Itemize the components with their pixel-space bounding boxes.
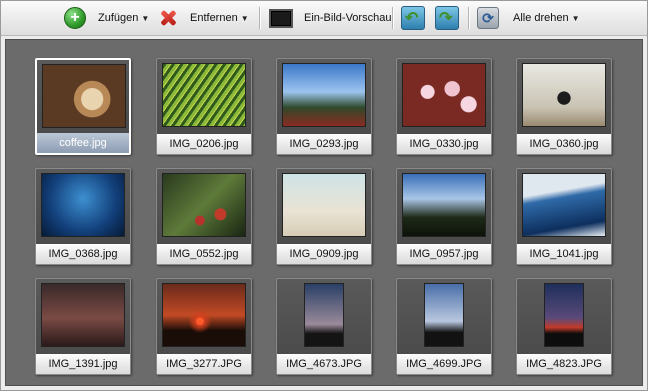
rotate-all-icon: ⟳: [477, 7, 499, 29]
toolbar-divider: [259, 7, 261, 29]
photo-palm-leaf: [162, 63, 246, 127]
thumbnail-item[interactable]: IMG_0330.jpg: [396, 58, 492, 155]
thumbnail-item[interactable]: IMG_0206.jpg: [156, 58, 252, 155]
thumbnail-item[interactable]: IMG_0293.jpg: [276, 58, 372, 155]
rotate-left-icon: ↶: [401, 6, 425, 30]
photo-flowers: [402, 63, 486, 127]
thumbnail-label: IMG_0909.jpg: [277, 244, 371, 264]
remove-icon: [158, 8, 178, 28]
thumbnail-item[interactable]: IMG_4673.JPG: [276, 278, 372, 375]
photo-palm-silhouette: [402, 173, 486, 237]
photo-bird-feeder: [522, 63, 606, 127]
rotate-left-button[interactable]: ↶: [401, 1, 425, 35]
photo-berries: [162, 173, 246, 237]
add-button[interactable]: + Zufügen ▼: [64, 1, 149, 35]
photo-sunset-reeds: [162, 283, 246, 347]
toolbar: + Zufügen ▼ Entfernen ▼ Ein-Bild-Vorscha…: [1, 1, 647, 36]
thumbnail-label: IMG_1041.jpg: [517, 244, 611, 264]
chevron-down-icon[interactable]: ▼: [141, 14, 149, 23]
app-window: + Zufügen ▼ Entfernen ▼ Ein-Bild-Vorscha…: [0, 0, 648, 391]
thumbnail-grid: coffee.jpg IMG_0206.jpg IMG_0293.jpg IMG…: [5, 39, 643, 386]
thumbnail-item[interactable]: IMG_4699.JPG: [396, 278, 492, 375]
thumbnail-label: IMG_0293.jpg: [277, 134, 371, 154]
rotate-right-button[interactable]: ↷: [435, 1, 459, 35]
thumbnail-item[interactable]: IMG_0909.jpg: [276, 168, 372, 265]
rotate-all-label: Alle drehen: [513, 12, 569, 24]
thumbnail-item[interactable]: IMG_1041.jpg: [516, 168, 612, 265]
thumbnail-item[interactable]: IMG_0360.jpg: [516, 58, 612, 155]
thumbnail-item[interactable]: IMG_3277.JPG: [156, 278, 252, 375]
toolbar-divider: [468, 7, 470, 29]
photo-sunset-tree: [544, 283, 584, 347]
thumbnail-item[interactable]: IMG_0368.jpg: [35, 168, 131, 265]
thumbnail-label: IMG_4699.JPG: [397, 354, 491, 374]
thumbnail-item[interactable]: IMG_4823.JPG: [516, 278, 612, 375]
add-label: Zufügen: [98, 12, 139, 24]
rotate-all-button[interactable]: ⟳ Alle drehen ▼: [477, 1, 580, 35]
add-icon: +: [64, 7, 86, 29]
thumbnail-label: IMG_4673.JPG: [277, 354, 371, 374]
chevron-down-icon[interactable]: ▼: [572, 14, 580, 23]
photo-boat-wake: [522, 173, 606, 237]
thumbnail-label: IMG_0552.jpg: [157, 244, 251, 264]
photo-heron-beach: [282, 173, 366, 237]
thumbnail-label: coffee.jpg: [37, 133, 129, 153]
monitor-icon: [269, 8, 293, 28]
remove-label: Entfernen: [190, 12, 238, 24]
photo-cat: [41, 283, 125, 347]
remove-button[interactable]: Entfernen ▼: [158, 1, 249, 35]
thumbnail-label: IMG_0330.jpg: [397, 134, 491, 154]
thumbnail-label: IMG_0206.jpg: [157, 134, 251, 154]
photo-tree-silhouette: [424, 283, 464, 347]
thumbnail-label: IMG_1391.jpg: [36, 354, 130, 374]
chevron-down-icon[interactable]: ▼: [241, 14, 249, 23]
toolbar-divider: [392, 7, 394, 29]
photo-dusk-tree: [304, 283, 344, 347]
thumbnail-item[interactable]: IMG_0552.jpg: [156, 168, 252, 265]
thumbnail-label: IMG_3277.JPG: [157, 354, 251, 374]
rotate-right-icon: ↷: [435, 6, 459, 30]
photo-coffee: [42, 64, 126, 128]
single-preview-label: Ein-Bild-Vorschau: [304, 12, 392, 24]
thumbnail-item[interactable]: IMG_0957.jpg: [396, 168, 492, 265]
thumbnail-label: IMG_0360.jpg: [517, 134, 611, 154]
photo-underwater: [41, 173, 125, 237]
thumbnail-label: IMG_0368.jpg: [36, 244, 130, 264]
photo-palm-sky: [282, 63, 366, 127]
thumbnail-item[interactable]: IMG_1391.jpg: [35, 278, 131, 375]
thumbnail-label: IMG_0957.jpg: [397, 244, 491, 264]
thumbnail-label: IMG_4823.JPG: [517, 354, 611, 374]
thumbnail-item[interactable]: coffee.jpg: [35, 58, 131, 155]
single-preview-button[interactable]: Ein-Bild-Vorschau: [269, 1, 391, 35]
